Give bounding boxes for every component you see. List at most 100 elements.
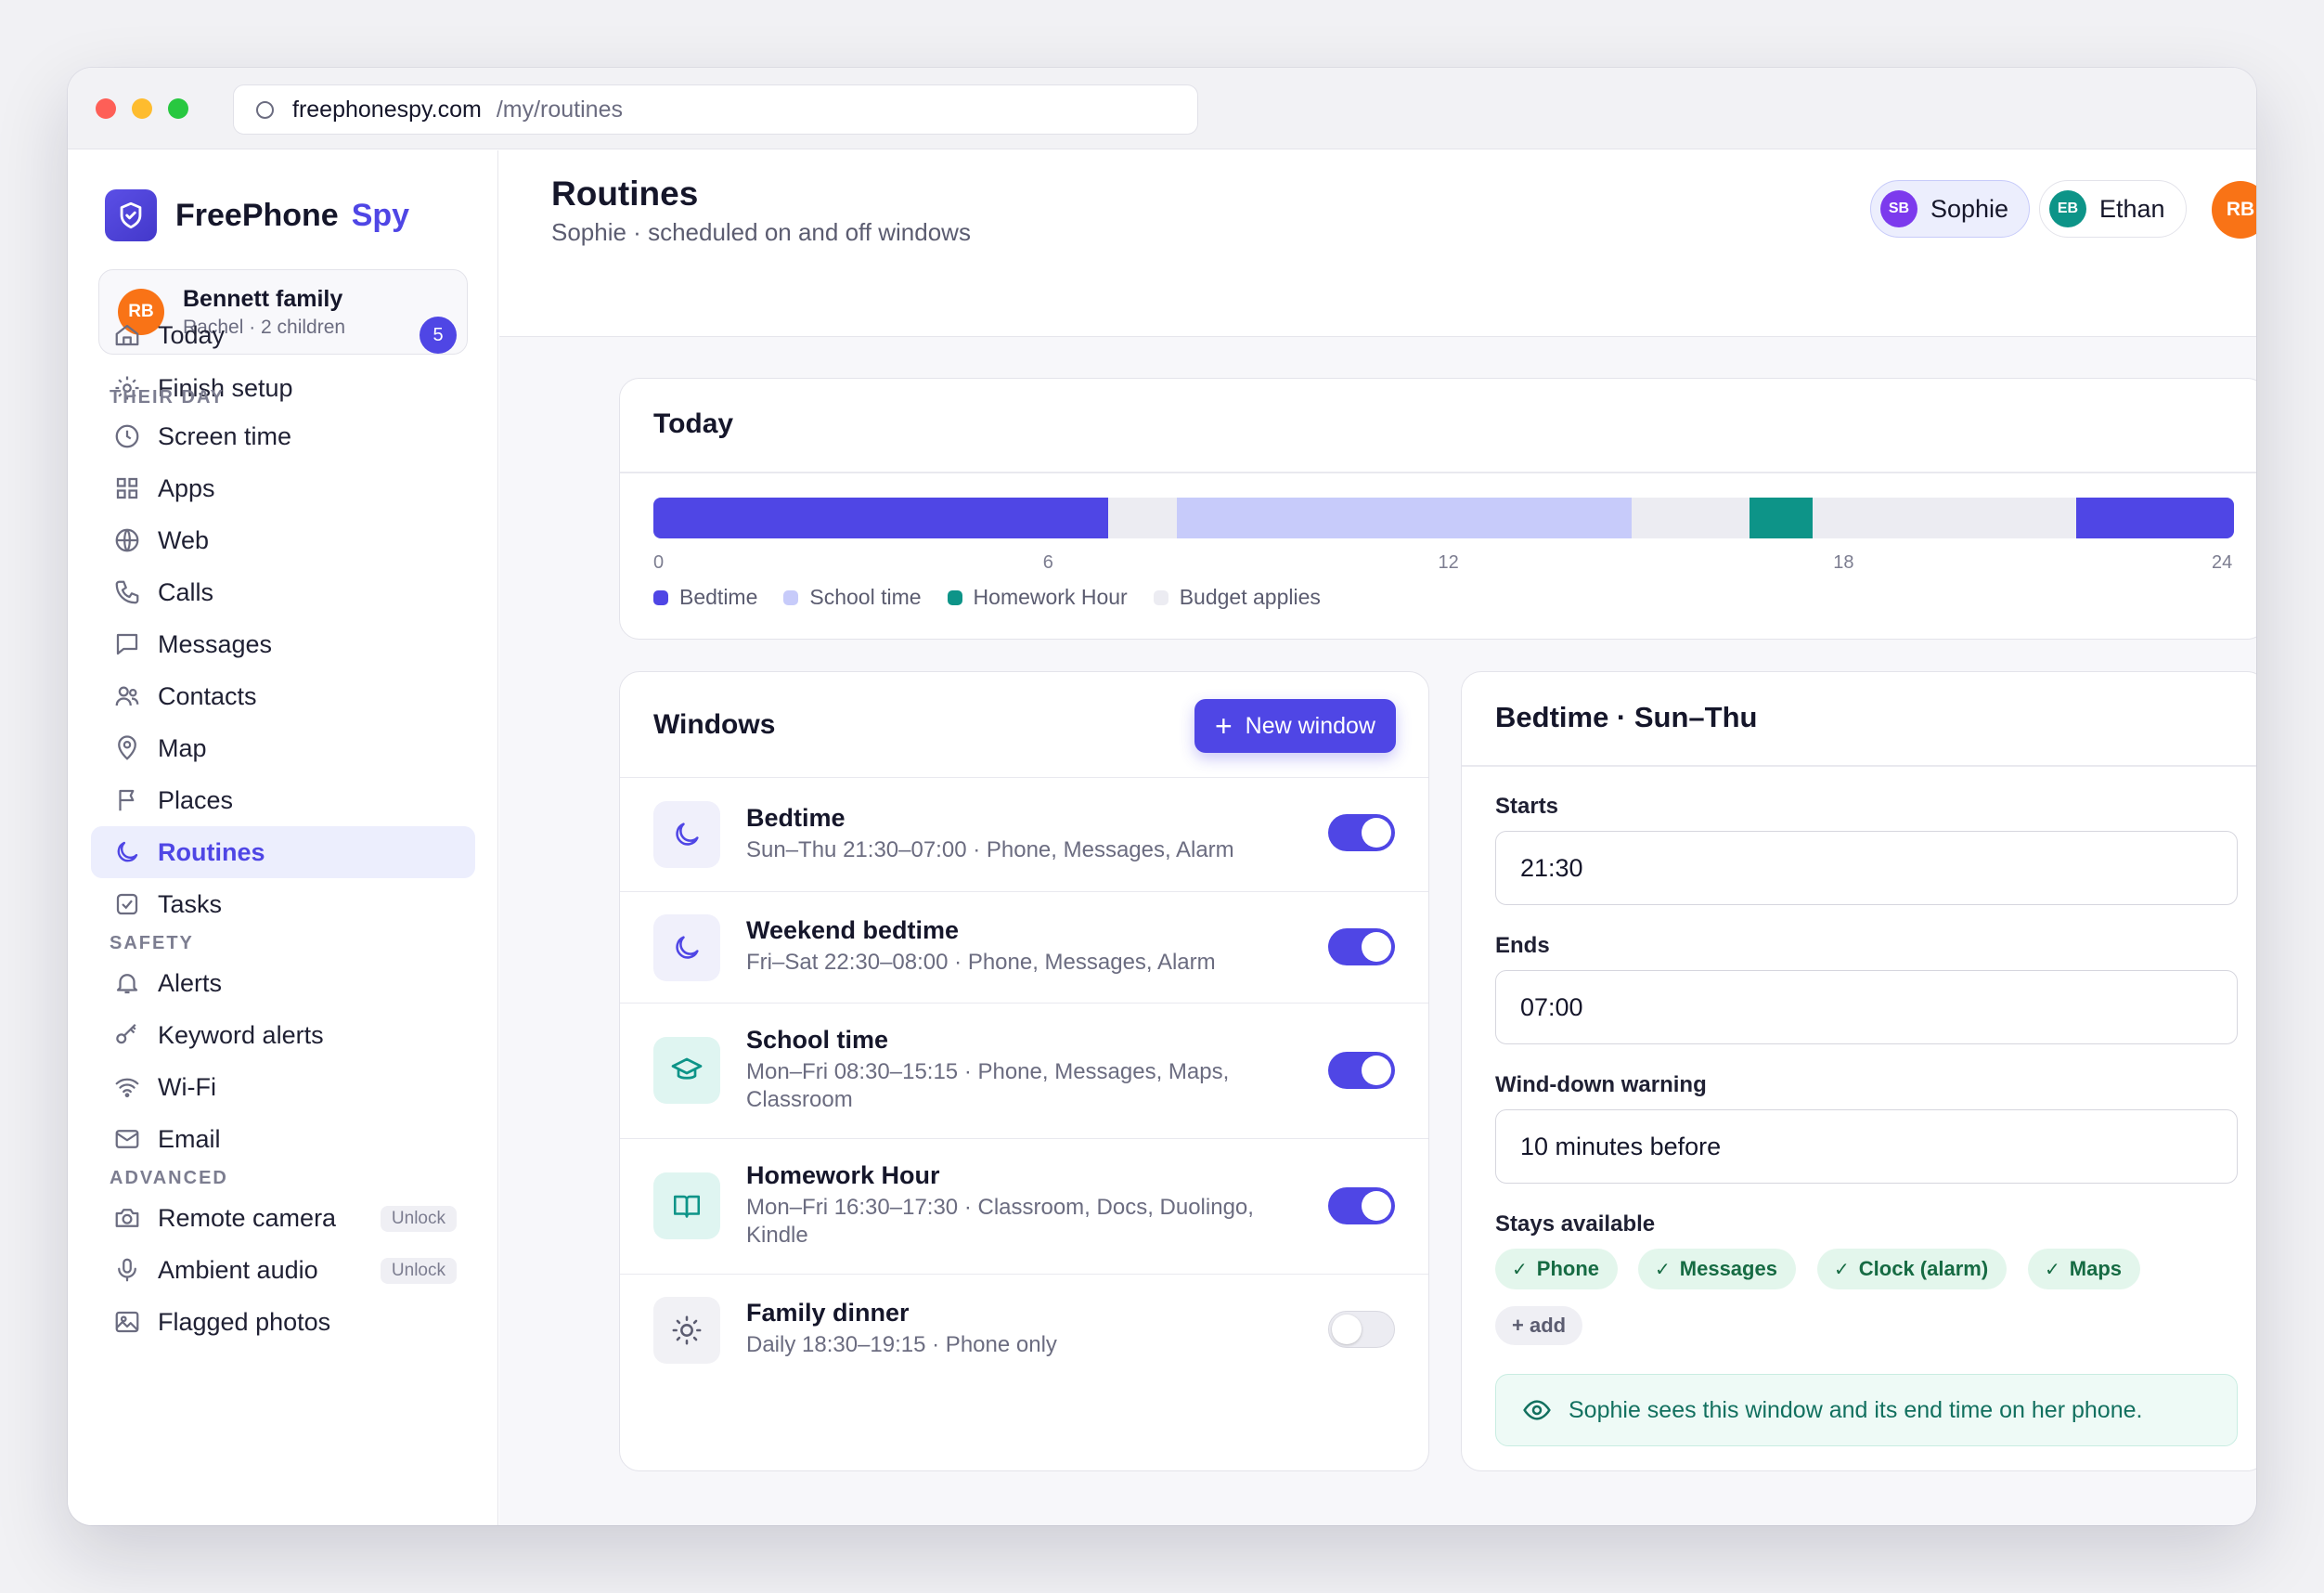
sidebar-item-tasks[interactable]: Tasks <box>91 878 475 930</box>
unlock-badge[interactable]: Unlock <box>380 1258 457 1284</box>
unlock-badge[interactable]: Unlock <box>380 1206 457 1232</box>
sidebar-item-screen-time[interactable]: Screen time <box>91 410 475 462</box>
window-toggle[interactable] <box>1328 814 1395 851</box>
chip-label: Messages <box>1679 1257 1777 1280</box>
flag-icon <box>111 784 143 816</box>
wind-down-label: Wind-down warning <box>1495 1072 1707 1097</box>
check-icon: ✓ <box>1512 1259 1528 1280</box>
eye-icon <box>1522 1395 1552 1425</box>
key-icon <box>111 1019 143 1051</box>
windows-card: Windows + New window Bedtime Sun–Thu 21:… <box>619 671 1429 1471</box>
sidebar-item-remote-camera[interactable]: Remote camera Unlock <box>91 1192 475 1244</box>
window-row-family-dinner[interactable]: Family dinner Daily 18:30–19:15 · Phone … <box>620 1274 1428 1385</box>
timeline-tick-label: 24 <box>2212 552 2233 573</box>
child-name: Sophie <box>1930 194 2009 223</box>
wifi-icon <box>111 1071 143 1103</box>
legend-label: Bedtime <box>679 585 758 609</box>
window-detail: Mon–Fri 08:30–15:15 · Phone, Messages, M… <box>746 1059 1230 1112</box>
window-name: Homework Hour <box>746 1161 940 1189</box>
map-pin-icon <box>111 732 143 764</box>
legend-item-bedtime: Bedtime <box>653 585 757 610</box>
ends-input[interactable]: 07:00 <box>1495 970 2238 1044</box>
sidebar-item-web[interactable]: Web <box>91 514 475 566</box>
user-avatar[interactable]: RB <box>2212 181 2256 239</box>
legend-label: Homework Hour <box>973 585 1128 609</box>
sidebar-item-label: Places <box>158 785 234 814</box>
child-tab-ethan[interactable]: EB Ethan <box>2039 180 2187 238</box>
wind-down-select[interactable]: 10 minutes before <box>1495 1109 2238 1184</box>
sidebar: FreePhone Spy RB Bennett family Rachel ·… <box>68 150 498 1525</box>
window-row-weekend-bedtime[interactable]: Weekend bedtime Fri–Sat 22:30–08:00 · Ph… <box>620 891 1428 1003</box>
sidebar-item-label: Contacts <box>158 681 257 710</box>
window-row-bedtime[interactable]: Bedtime Sun–Thu 21:30–07:00 · Phone, Mes… <box>620 777 1428 891</box>
sidebar-item-routines[interactable]: Routines <box>91 826 475 878</box>
sidebar-item-label: Web <box>158 525 210 554</box>
url-path: /my/routines <box>496 96 623 123</box>
section-label-safety: SAFETY <box>110 933 194 953</box>
starts-input[interactable]: 21:30 <box>1495 831 2238 905</box>
child-tab-sophie[interactable]: SB Sophie <box>1870 180 2031 238</box>
add-app-button[interactable]: + add <box>1495 1306 1583 1345</box>
image-icon <box>111 1306 143 1338</box>
mail-icon <box>111 1123 143 1155</box>
sidebar-item-label: Screen time <box>158 421 292 450</box>
stays-available-label: Stays available <box>1495 1211 1656 1237</box>
sidebar-item-label: Keyword alerts <box>158 1020 324 1049</box>
plus-icon: + <box>1214 709 1233 743</box>
timeline-segment-school <box>1177 498 1632 538</box>
window-toggle[interactable] <box>1328 1311 1395 1348</box>
sidebar-item-contacts[interactable]: Contacts <box>91 670 475 722</box>
sidebar-item-places[interactable]: Places <box>91 774 475 826</box>
legend-item-budget: Budget applies <box>1153 585 1321 610</box>
chip-label: Clock (alarm) <box>1858 1257 1989 1280</box>
legend-swatch <box>1153 589 1168 605</box>
window-name: Family dinner <box>746 1299 910 1327</box>
page-title: Routines <box>551 175 699 213</box>
minimize-window-button[interactable] <box>132 98 152 119</box>
brand[interactable]: FreePhone Spy <box>105 189 409 241</box>
window-row-homework-hour[interactable]: Homework Hour Mon–Fri 16:30–17:30 · Clas… <box>620 1138 1428 1274</box>
stays-chip-messages[interactable]: ✓ Messages <box>1638 1249 1796 1289</box>
window-toggle[interactable] <box>1328 928 1395 965</box>
stays-chip-phone[interactable]: ✓ Phone <box>1495 1249 1618 1289</box>
browser-titlebar: freephonespy.com /my/routines <box>68 68 2256 149</box>
chip-label: Phone <box>1536 1257 1599 1280</box>
new-window-button[interactable]: + New window <box>1194 699 1396 753</box>
sidebar-item-apps[interactable]: Apps <box>91 462 475 514</box>
window-detail: Daily 18:30–19:15 · Phone only <box>746 1332 1057 1357</box>
sidebar-item-alerts[interactable]: Alerts <box>91 957 475 1009</box>
window-toggle[interactable] <box>1328 1187 1395 1224</box>
legend-swatch <box>783 589 799 605</box>
sidebar-item-today[interactable]: Today 5 <box>91 309 475 361</box>
stays-chip-maps[interactable]: ✓ Maps <box>2028 1249 2141 1289</box>
maximize-window-button[interactable] <box>168 98 188 119</box>
visibility-note: Sophie sees this window and its end time… <box>1495 1374 2238 1446</box>
sidebar-item-email[interactable]: Email <box>91 1113 475 1165</box>
checkbox-icon <box>111 888 143 920</box>
close-window-button[interactable] <box>96 98 116 119</box>
sidebar-item-ambient-audio[interactable]: Ambient audio Unlock <box>91 1244 475 1296</box>
address-bar[interactable]: freephonespy.com /my/routines <box>233 84 1198 135</box>
sidebar-item-calls[interactable]: Calls <box>91 566 475 618</box>
window-detail-card: Bedtime · Sun–Thu Starts 21:30 Ends 07:0… <box>1461 671 2256 1471</box>
sidebar-item-flagged-photos[interactable]: Flagged photos <box>91 1296 475 1348</box>
url-host: freephonespy.com <box>292 96 482 123</box>
sidebar-item-messages[interactable]: Messages <box>91 618 475 670</box>
sidebar-item-label: Ambient audio <box>158 1255 318 1284</box>
sun-icon <box>653 1297 720 1364</box>
window-toggle[interactable] <box>1328 1052 1395 1089</box>
detail-title: Bedtime · Sun–Thu <box>1495 701 1758 733</box>
sidebar-item-wifi[interactable]: Wi-Fi <box>91 1061 475 1113</box>
chip-label: Maps <box>2069 1257 2123 1280</box>
microphone-icon <box>111 1254 143 1286</box>
stays-chip-clock-alarm[interactable]: ✓ Clock (alarm) <box>1817 1249 2008 1289</box>
today-card: Today 0 6 12 18 24 Bedtime School time Homewor… <box>619 378 2256 640</box>
window-row-school-time[interactable]: School time Mon–Fri 08:30–15:15 · Phone,… <box>620 1003 1428 1138</box>
legend-swatch <box>653 589 668 605</box>
legend-label: School time <box>809 585 922 609</box>
sidebar-item-label: Tasks <box>158 889 223 918</box>
timeline-tick-label: 18 <box>1833 552 1854 573</box>
sidebar-item-map[interactable]: Map <box>91 722 475 774</box>
sidebar-item-label: Alerts <box>158 968 223 997</box>
sidebar-item-keyword-alerts[interactable]: Keyword alerts <box>91 1009 475 1061</box>
